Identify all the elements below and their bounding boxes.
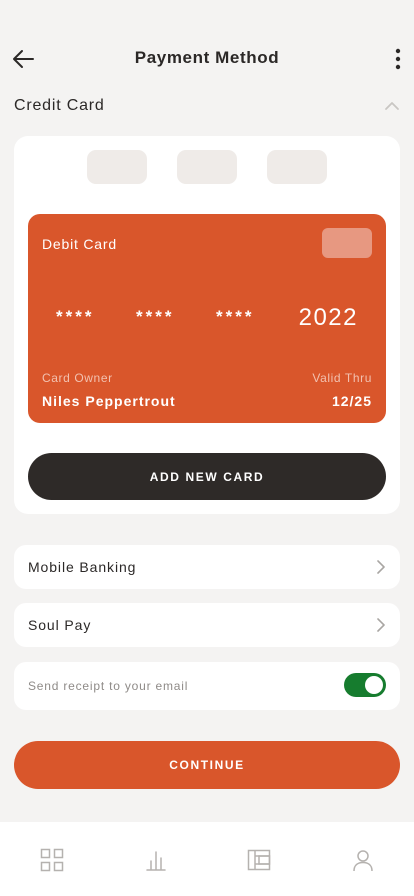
card-number-group: **** (56, 307, 95, 326)
wallet-icon[interactable] (247, 848, 271, 872)
page-title: Payment Method (134, 48, 280, 67)
credit-card-panel: Debit Card **** **** **** 2022 Card Owne… (14, 136, 400, 514)
bottom-nav (0, 822, 414, 896)
valid-thru-date: 12/25 (331, 393, 372, 409)
chevron-right-icon (377, 618, 385, 632)
option-mobile-banking[interactable]: Mobile Banking (14, 545, 400, 589)
receipt-toggle[interactable] (344, 673, 386, 697)
chevron-up-icon[interactable] (382, 96, 402, 116)
card-number-group: **** (136, 307, 175, 326)
card-selector-tab[interactable] (87, 150, 147, 184)
app-header: Payment Method (0, 36, 414, 80)
user-icon[interactable] (351, 848, 375, 872)
receipt-label: Send receipt to your email (28, 679, 189, 693)
receipt-email-row: Send receipt to your email (14, 662, 400, 710)
more-vertical-icon (395, 48, 401, 70)
card-selector-tab[interactable] (267, 150, 327, 184)
bar-chart-icon[interactable] (144, 848, 168, 872)
card-chip (322, 228, 372, 258)
card-owner-name: Niles Peppertrout (42, 393, 176, 409)
option-label: Mobile Banking (28, 559, 137, 575)
card-number-last-group: 2022 (298, 304, 358, 331)
valid-thru-label: Valid Thru (312, 371, 372, 385)
card-number-group: **** (216, 307, 255, 326)
card-type-label: Debit Card (42, 236, 117, 252)
grid-icon[interactable] (40, 848, 64, 872)
option-soul-pay[interactable]: Soul Pay (14, 603, 400, 647)
card-selector-tab[interactable] (177, 150, 237, 184)
section-title: Credit Card (14, 97, 105, 114)
option-label: Soul Pay (28, 617, 92, 633)
chevron-right-icon (377, 560, 385, 574)
credit-card-section-header[interactable]: Credit Card (14, 94, 402, 120)
more-options-button[interactable] (388, 44, 408, 74)
toggle-knob (365, 676, 383, 694)
debit-card[interactable]: Debit Card **** **** **** 2022 Card Owne… (28, 214, 386, 423)
continue-button[interactable]: CONTINUE (14, 741, 400, 789)
card-owner-label: Card Owner (42, 371, 113, 385)
add-new-card-button[interactable]: ADD NEW CARD (28, 453, 386, 500)
